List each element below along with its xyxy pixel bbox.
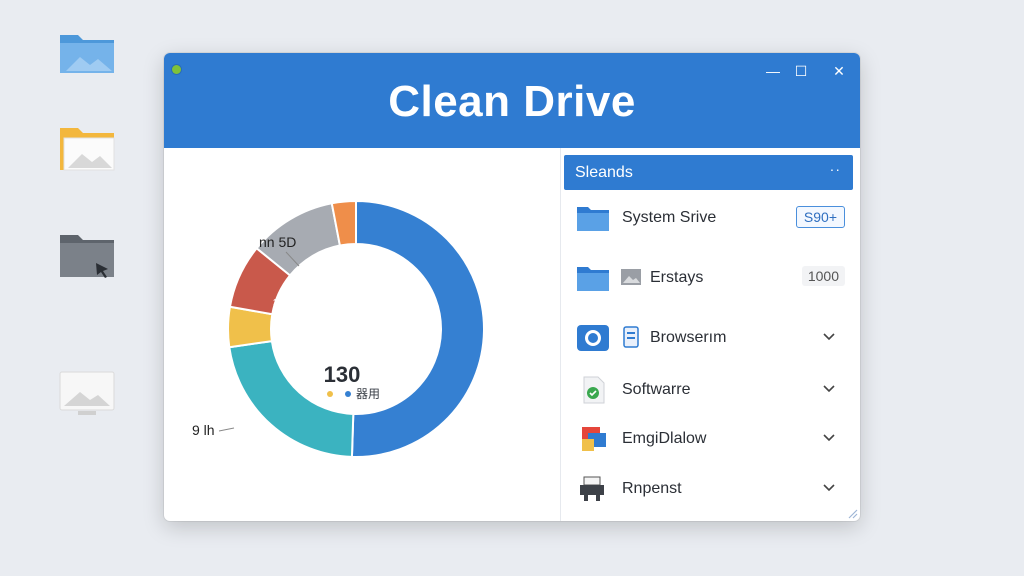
- list-item-label: System Srive: [622, 209, 717, 226]
- center-label: 器用: [356, 387, 380, 401]
- browser-icon: [577, 325, 609, 351]
- list-item-system-drive[interactable]: System Srive S90+: [564, 196, 853, 240]
- software-check-icon: [583, 376, 605, 404]
- list-item-rnpenst[interactable]: Rnpenst: [564, 467, 853, 511]
- list-item-erstays[interactable]: Erstays 1000: [564, 256, 853, 300]
- close-button[interactable]: ✕: [826, 61, 852, 81]
- monitor-icon[interactable]: [58, 370, 116, 420]
- list-item-label: Rnpenst: [622, 480, 682, 497]
- document-icon: [623, 326, 639, 348]
- chevron-down-icon[interactable]: [821, 328, 837, 344]
- blue-folder-icon[interactable]: [58, 27, 116, 77]
- app-title: Clean Drive: [388, 77, 636, 126]
- list-item-emgidlalow[interactable]: EmgiDlalow: [564, 417, 853, 461]
- minimize-button[interactable]: —: [760, 61, 786, 81]
- clean-drive-window: Clean Drive — ☐ ✕ 130 器用 nn 5D 9 lh 38% …: [164, 53, 860, 521]
- legend-dot-blue: [345, 391, 351, 397]
- chevron-down-icon[interactable]: [821, 429, 837, 445]
- list-item-label: Erstays: [650, 269, 704, 286]
- image-icon: [621, 269, 641, 285]
- apps-stack-icon: [582, 427, 606, 451]
- usage-chart-area: 130 器用 nn 5D 9 lh 38%: [164, 148, 560, 521]
- list-item-browser[interactable]: Browserım: [564, 316, 853, 360]
- title-bar[interactable]: Clean Drive — ☐ ✕: [164, 53, 860, 148]
- callout-top: nn 5D: [259, 234, 296, 250]
- pane-divider[interactable]: [560, 148, 561, 521]
- size-badge: S90+: [795, 206, 845, 228]
- callout-left: 9 lh: [192, 422, 215, 438]
- donut-slice-1[interactable]: [228, 339, 355, 458]
- list-item-label: EmgiDlalow: [622, 430, 707, 447]
- folder-blue-icon: [577, 267, 609, 291]
- center-value: 130: [324, 362, 361, 387]
- chevron-down-icon[interactable]: [821, 380, 837, 396]
- yellow-folder-icon[interactable]: [58, 124, 116, 174]
- app-icon: [172, 65, 181, 74]
- size-badge: 1000: [801, 266, 845, 286]
- printer-icon: [580, 476, 604, 501]
- maximize-button[interactable]: ☐: [788, 61, 814, 81]
- list-item-label: Softwarre: [622, 381, 691, 398]
- panel-header-label: Sleands: [575, 164, 633, 181]
- legend-dot-yellow: [327, 391, 333, 397]
- panel-header[interactable]: Sleands ··: [564, 155, 853, 190]
- folder-blue-icon: [577, 207, 609, 231]
- usage-donut-chart: 130 器用 nn 5D 9 lh 38%: [192, 199, 485, 458]
- gray-folder-icon[interactable]: [58, 231, 116, 281]
- donut-slice-0[interactable]: [350, 199, 485, 458]
- slice-label: 38%: [273, 298, 293, 309]
- list-item-software[interactable]: Softwarre: [564, 368, 853, 412]
- list-item-label: Browserım: [650, 329, 727, 346]
- resize-grip-icon[interactable]: [846, 507, 858, 519]
- more-options-icon[interactable]: ··: [830, 161, 841, 177]
- chevron-down-icon[interactable]: [821, 479, 837, 495]
